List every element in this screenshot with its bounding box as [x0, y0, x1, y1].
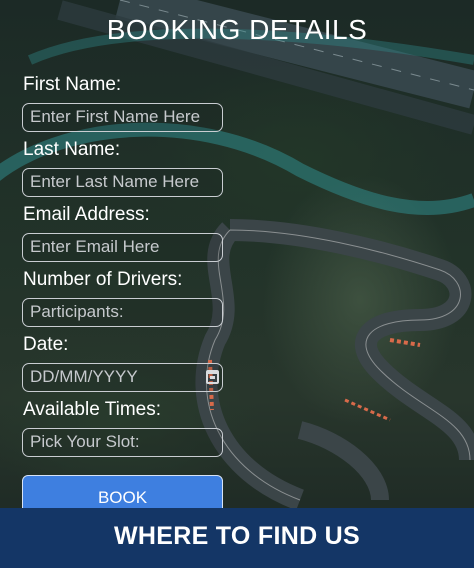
- first-name-label: First Name:: [23, 74, 122, 95]
- drivers-input[interactable]: Participants:: [22, 298, 223, 327]
- times-select[interactable]: Pick Your Slot:: [22, 428, 223, 457]
- last-name-label: Last Name:: [23, 139, 121, 160]
- last-name-input[interactable]: Enter Last Name Here: [22, 168, 223, 197]
- date-placeholder: DD/MM/YYYY: [30, 367, 138, 386]
- page-title: BOOKING DETAILS: [106, 14, 368, 45]
- booking-page: BOOKING DETAILS First Name: Enter First …: [0, 0, 474, 568]
- first-name-input[interactable]: Enter First Name Here: [22, 103, 223, 132]
- date-input[interactable]: DD/MM/YYYY: [22, 363, 223, 392]
- drivers-label: Number of Drivers:: [23, 269, 183, 290]
- email-input[interactable]: Enter Email Here: [22, 233, 223, 262]
- email-label: Email Address:: [23, 204, 150, 225]
- footer-title: WHERE TO FIND US: [113, 522, 360, 550]
- calendar-icon[interactable]: [206, 370, 219, 384]
- times-label: Available Times:: [23, 399, 161, 420]
- date-label: Date:: [23, 334, 69, 355]
